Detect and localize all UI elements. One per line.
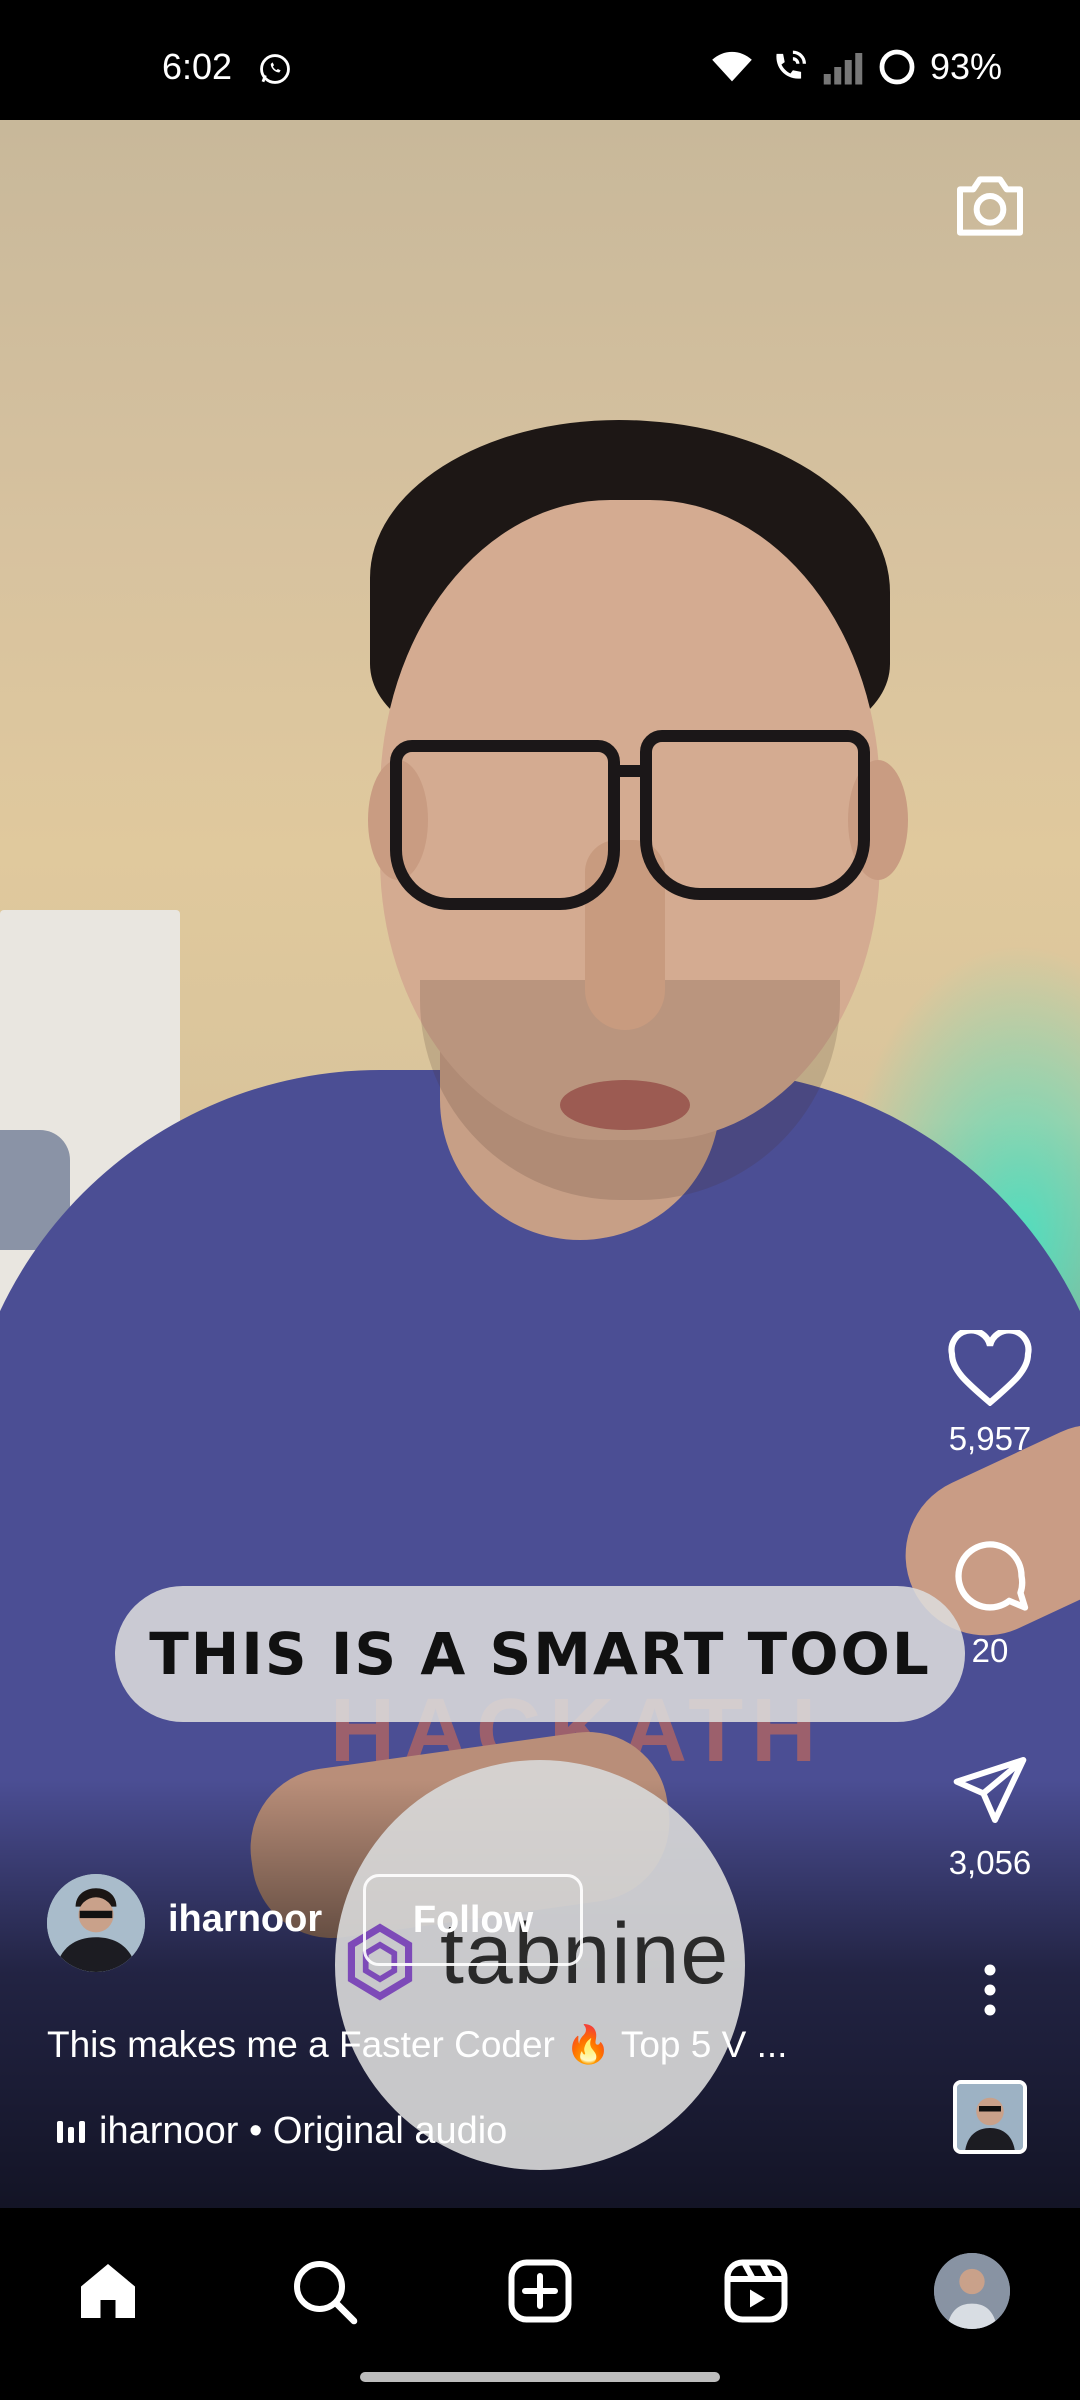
search-icon[interactable] [288,2255,360,2327]
profile-avatar[interactable] [934,2253,1010,2329]
author-username[interactable]: iharnoor [168,1898,322,1941]
more-options-icon[interactable] [975,1960,1005,2020]
nav-create[interactable] [495,2246,585,2336]
wifi-icon [712,51,752,82]
share-count: 3,056 [948,1844,1032,1881]
person-mouth [560,1080,690,1130]
status-time: 6:02 [162,46,233,87]
like-action[interactable]: 5,957 [930,1330,1050,1458]
nav-reels[interactable] [711,2246,801,2336]
follow-button[interactable]: Follow [363,1874,583,1966]
wifi-call-icon [776,50,806,79]
share-icon[interactable] [950,1750,1030,1830]
signal-icon [823,53,863,85]
gesture-home-indicator[interactable] [360,2372,720,2382]
share-action[interactable]: 3,056 [930,1750,1050,1882]
comment-icon[interactable] [948,1534,1032,1618]
audio-thumb-avatar-icon [957,2084,1023,2150]
battery-icon [879,49,915,85]
comment-count: 20 [971,1632,1009,1669]
audio-thumbnail[interactable] [953,2080,1027,2154]
camera-icon[interactable] [950,166,1030,246]
caption-text: THIS IS A SMART TOOL [149,1620,931,1688]
nav-home[interactable] [63,2246,153,2336]
profile-avatar-image [934,2253,1010,2329]
comment-action[interactable]: 20 [930,1534,1050,1670]
glasses-left-lens [390,740,620,910]
author-avatar-image [47,1874,145,1972]
status-bar: 6:02 93% [0,0,1080,120]
glasses-bridge [612,765,652,777]
author-avatar[interactable] [47,1874,145,1972]
audio-label: iharnoor • Original audio [99,2110,508,2152]
nav-profile[interactable] [927,2246,1017,2336]
glasses-right-lens [640,730,870,900]
heart-icon[interactable] [948,1330,1032,1406]
battery-percent: 93% [929,46,1002,87]
audio-attribution[interactable]: iharnoor • Original audio [57,2110,507,2153]
whatsapp-icon [260,54,290,84]
audio-bars-icon [57,2120,85,2143]
bottom-navigation [0,2208,1080,2400]
post-description[interactable]: This makes me a Faster Coder 🔥 Top 5 V .… [47,2024,787,2067]
like-count: 5,957 [948,1420,1032,1457]
reels-icon[interactable] [720,2255,792,2327]
nav-search[interactable] [279,2246,369,2336]
video-caption-overlay: THIS IS A SMART TOOL [115,1586,965,1722]
create-icon[interactable] [504,2255,576,2327]
home-icon[interactable] [72,2255,144,2327]
